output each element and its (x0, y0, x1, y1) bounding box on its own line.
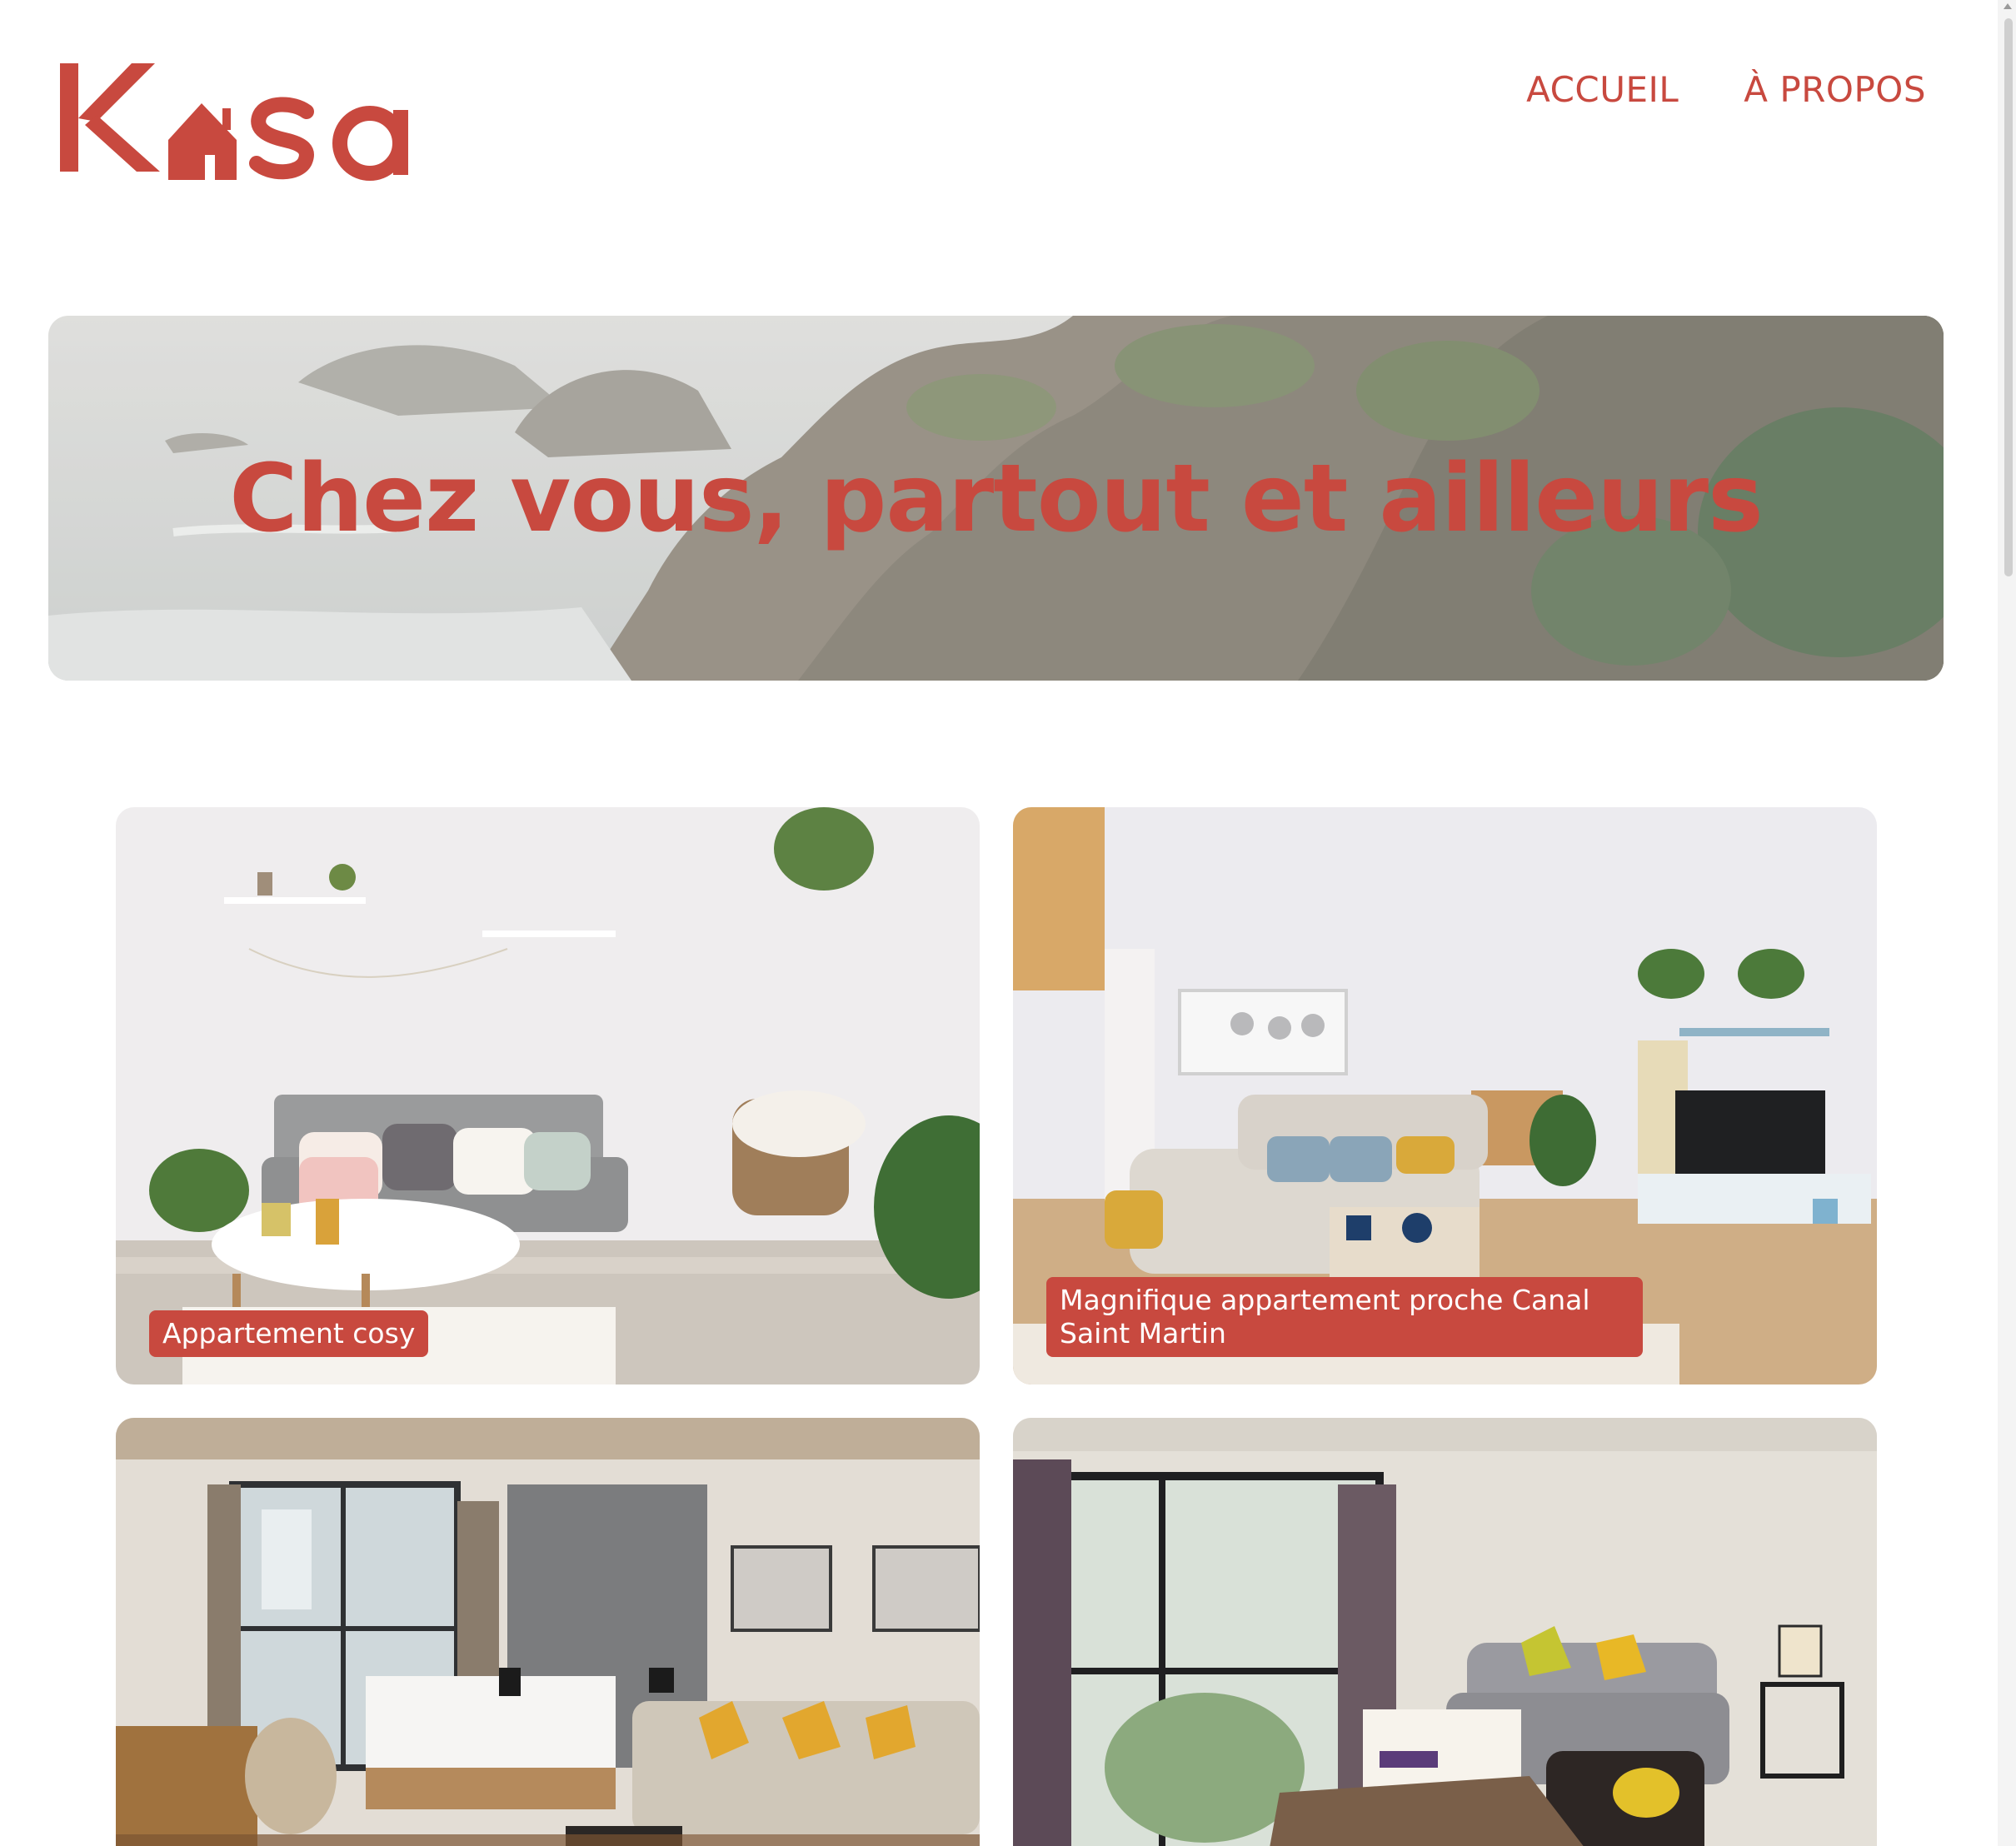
listing-card[interactable]: Appartement cosy (116, 807, 980, 1384)
listing-card[interactable] (1013, 1418, 1877, 1846)
hero-banner: Chez vous, partout et ailleurs (48, 316, 1944, 681)
nav-link-accueil[interactable]: ACCUEIL (1526, 68, 1679, 112)
kasa-logo[interactable] (60, 63, 435, 188)
scroll-up-arrow-icon[interactable] (2004, 3, 2012, 9)
listings-grid: Appartement cosy Magnifique appartement … (116, 807, 1877, 1846)
listing-title: Magnifique appartement proche Canal Sain… (1046, 1277, 1643, 1357)
living-room-photo (1013, 1418, 1877, 1846)
main-nav: ACCUEIL À PROPOS (1526, 68, 1926, 112)
scrollbar-thumb[interactable] (2004, 18, 2013, 576)
banner-title: Chez vous, partout et ailleurs (229, 445, 1764, 553)
listing-title: Appartement cosy (149, 1310, 429, 1357)
kasa-logo-icon (60, 63, 408, 181)
living-room-photo (116, 807, 980, 1384)
vertical-scrollbar[interactable] (1998, 0, 2016, 1846)
listing-card[interactable] (116, 1418, 980, 1846)
listing-card[interactable]: Magnifique appartement proche Canal Sain… (1013, 807, 1877, 1384)
site-header: ACCUEIL À PROPOS (0, 0, 2016, 217)
nav-link-a-propos[interactable]: À PROPOS (1744, 68, 1926, 112)
bedroom-photo (116, 1418, 980, 1846)
